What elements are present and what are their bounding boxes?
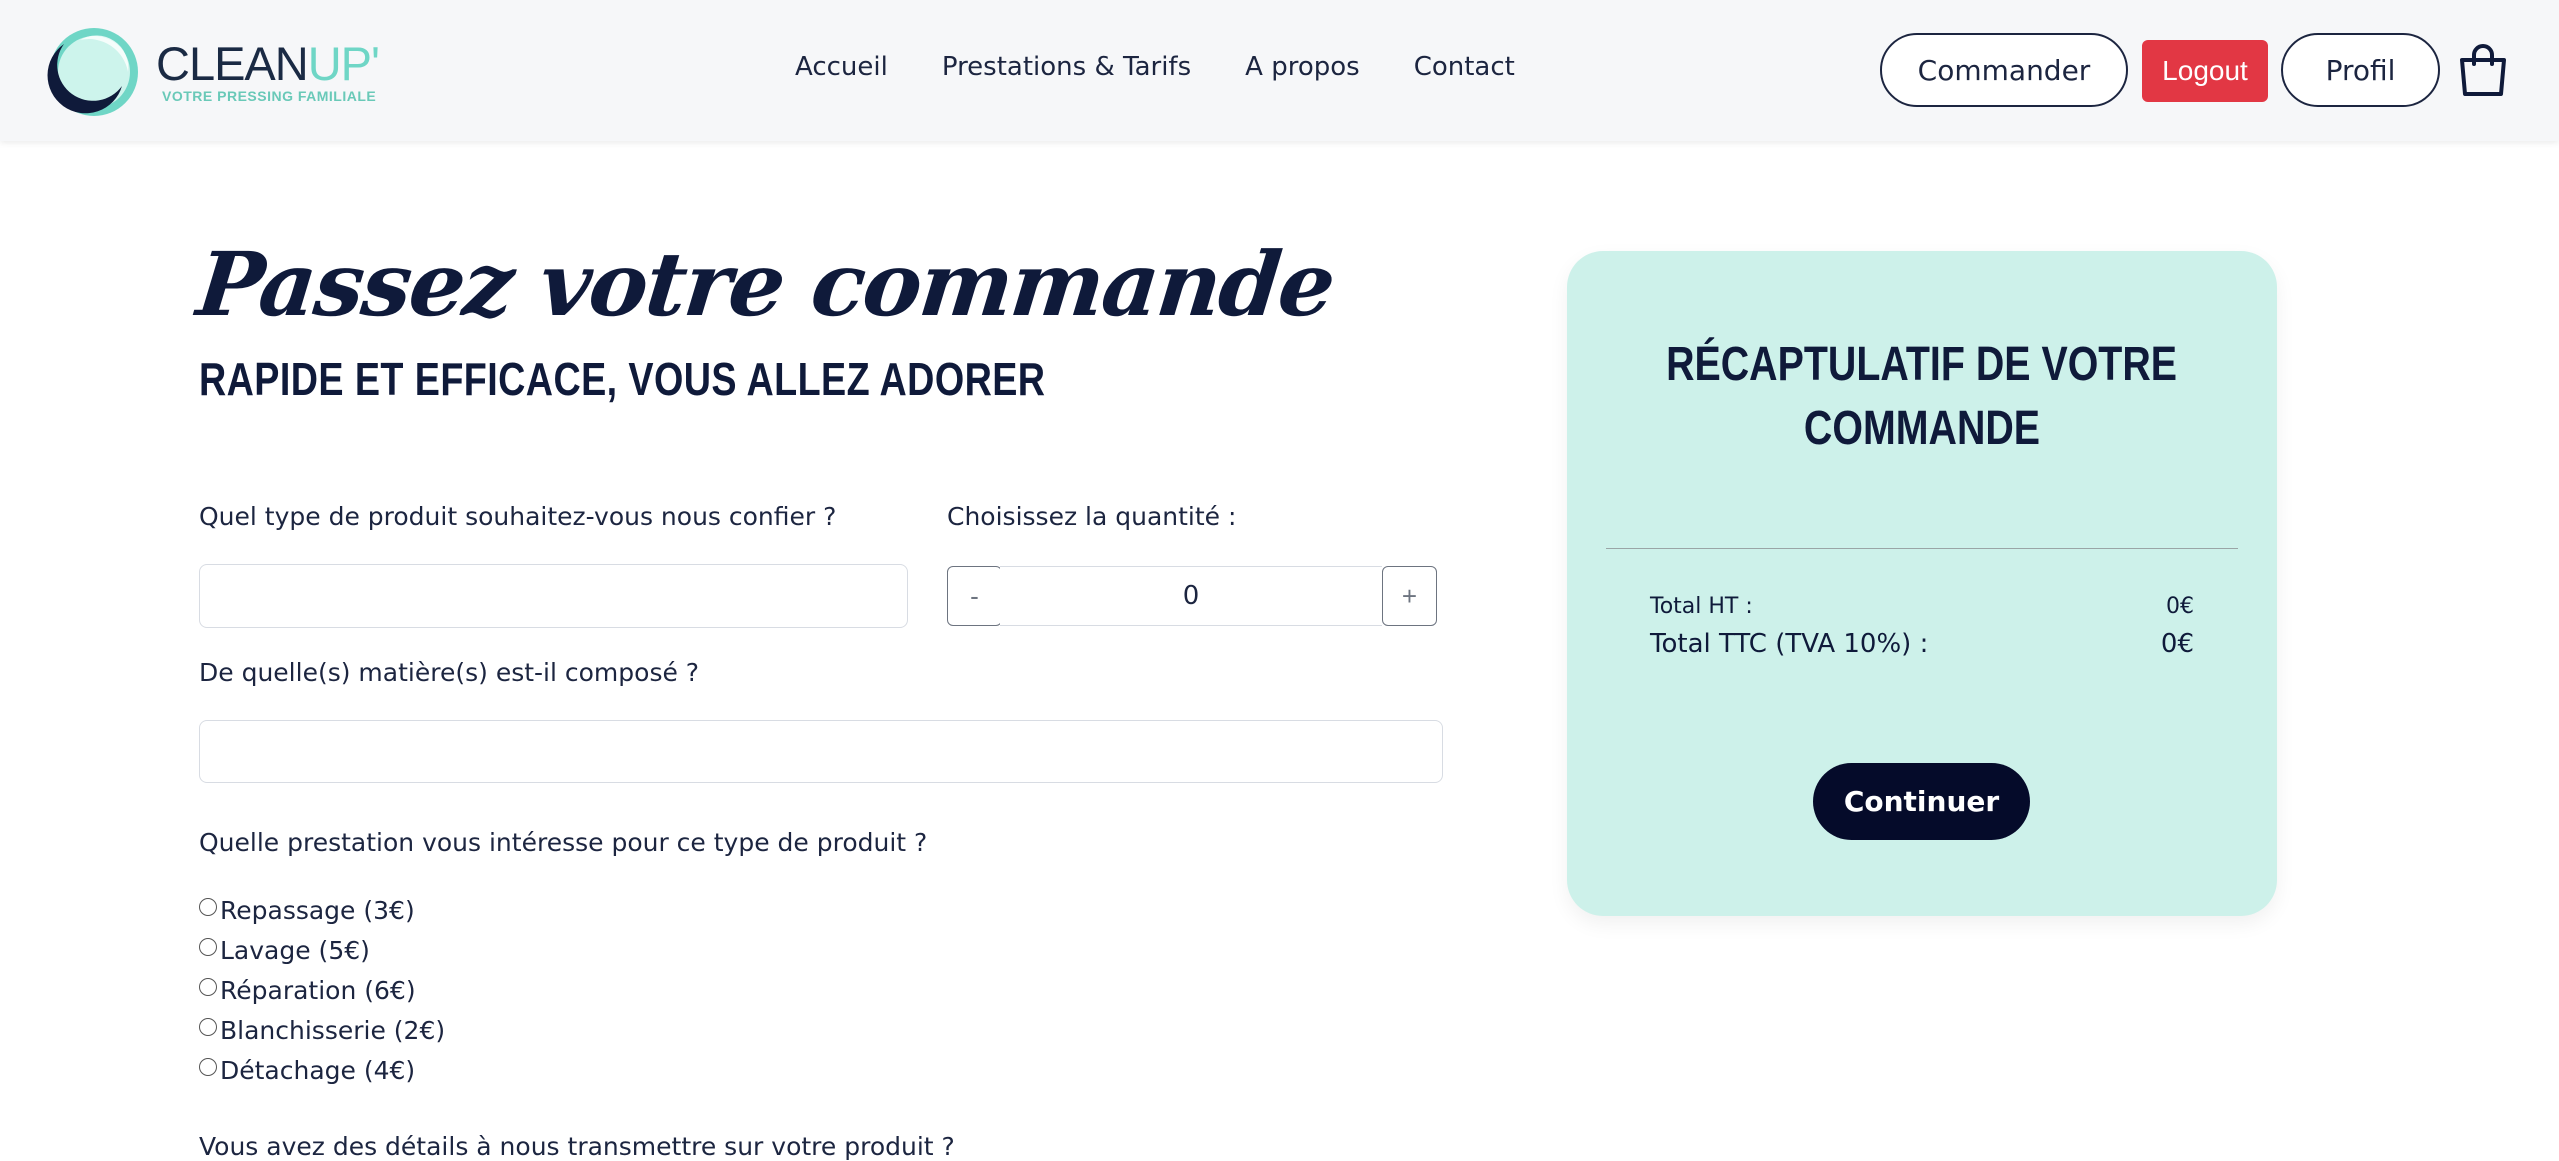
logo-name: CLEANUP'	[156, 37, 380, 90]
nav-accueil[interactable]: Accueil	[795, 52, 888, 82]
continue-button[interactable]: Continuer	[1813, 763, 2030, 840]
summary-divider	[1606, 548, 2238, 549]
radio-button[interactable]	[199, 897, 217, 916]
commander-button[interactable]: Commander	[1880, 33, 2128, 107]
details-label: Vous avez des détails à nous transmettre…	[199, 1132, 955, 1161]
service-option-repassage[interactable]: Repassage (3€)	[199, 896, 415, 925]
total-ttc-value: 0€	[2160, 629, 2194, 659]
profil-button[interactable]: Profil	[2281, 33, 2440, 107]
product-type-label: Quel type de produit souhaitez-vous nous…	[199, 502, 837, 531]
radio-button[interactable]	[199, 1057, 217, 1076]
total-ht-row: Total HT : 0€	[1650, 594, 2194, 619]
radio-button[interactable]	[199, 1017, 217, 1036]
order-summary-card: RÉCAPTULATIF DE VOTRE COMMANDE Total HT …	[1567, 251, 2277, 916]
page-title: Passez votre commande	[192, 232, 1339, 336]
product-type-input[interactable]	[199, 564, 908, 628]
quantity-increment-button[interactable]: +	[1382, 566, 1437, 626]
logo-tagline: VOTRE PRESSING FAMILIALE	[162, 88, 377, 104]
logo-mark-icon	[47, 28, 138, 116]
service-option-label: Lavage (5€)	[220, 936, 370, 965]
service-option-detachage[interactable]: Détachage (4€)	[199, 1056, 415, 1085]
service-option-lavage[interactable]: Lavage (5€)	[199, 936, 370, 965]
service-option-reparation[interactable]: Réparation (6€)	[199, 976, 416, 1005]
service-option-label: Détachage (4€)	[220, 1056, 416, 1085]
site-header: CLEANUP' VOTRE PRESSING FAMILIALE Accuei…	[0, 0, 2559, 141]
material-input[interactable]	[199, 720, 1443, 783]
total-ttc-row: Total TTC (TVA 10%) : 0€	[1650, 629, 2194, 659]
shopping-bag-icon[interactable]	[2458, 42, 2508, 98]
nav-contact[interactable]: Contact	[1414, 52, 1515, 82]
page-subtitle: RAPIDE ET EFFICACE, VOUS ALLEZ ADORER	[199, 353, 1046, 405]
service-option-label: Réparation (6€)	[220, 976, 416, 1005]
service-option-label: Blanchisserie (2€)	[220, 1016, 446, 1045]
quantity-decrement-button[interactable]: -	[947, 566, 1002, 626]
quantity-input[interactable]: 0	[1000, 566, 1382, 626]
quantity-label: Choisissez la quantité :	[947, 502, 1237, 531]
service-option-label: Repassage (3€)	[220, 896, 415, 925]
material-label: De quelle(s) matière(s) est-il composé ?	[199, 658, 700, 687]
logout-button[interactable]: Logout	[2142, 40, 2268, 102]
nav-prestations-tarifs[interactable]: Prestations & Tarifs	[942, 52, 1191, 82]
total-ht-value: 0€	[2166, 594, 2194, 619]
logo[interactable]: CLEANUP' VOTRE PRESSING FAMILIALE	[44, 22, 404, 122]
total-ttc-label: Total TTC (TVA 10%) :	[1650, 629, 1929, 659]
service-label: Quelle prestation vous intéresse pour ce…	[199, 828, 928, 857]
nav-a-propos[interactable]: A propos	[1245, 52, 1360, 82]
main-nav: Accueil Prestations & Tarifs A propos Co…	[795, 52, 1569, 82]
total-ht-label: Total HT :	[1650, 594, 1753, 619]
radio-button[interactable]	[199, 937, 217, 956]
service-option-blanchisserie[interactable]: Blanchisserie (2€)	[199, 1016, 445, 1045]
radio-button[interactable]	[199, 977, 217, 996]
summary-title: RÉCAPTULATIF DE VOTRE COMMANDE	[1666, 338, 2178, 455]
